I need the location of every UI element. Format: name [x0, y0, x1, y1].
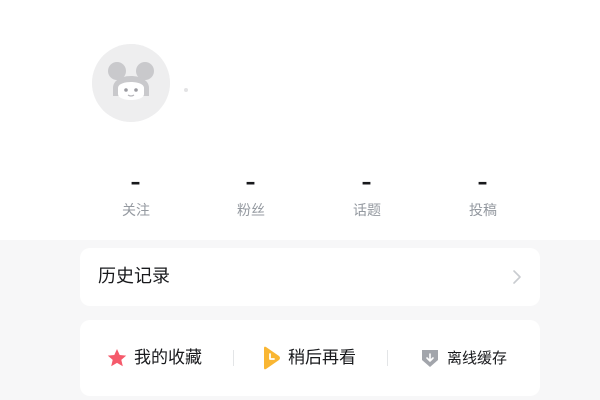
- stat-label: 粉丝: [237, 203, 265, 219]
- offline-cache-label: 离线缓存: [447, 349, 508, 367]
- divider: [233, 350, 234, 366]
- stat-value: –: [130, 170, 142, 194]
- shortcut-bar: 我的收藏 稍后再看 离线缓存: [80, 320, 540, 396]
- stat-label: 关注: [122, 203, 150, 219]
- stat-followers[interactable]: – 粉丝: [201, 172, 301, 220]
- default-girl-avatar-icon: [92, 44, 170, 122]
- stat-value: –: [477, 170, 489, 194]
- favorites-button[interactable]: 我的收藏: [106, 346, 202, 370]
- play-later-icon: [264, 346, 280, 370]
- offline-cache-button[interactable]: 离线缓存: [419, 346, 507, 370]
- avatar[interactable]: [92, 44, 170, 122]
- history-title: 历史记录: [98, 266, 170, 287]
- watch-later-label: 稍后再看: [288, 348, 356, 368]
- stat-value: –: [245, 170, 257, 194]
- stat-following[interactable]: – 关注: [86, 172, 186, 220]
- watch-later-button[interactable]: 稍后再看: [260, 346, 356, 370]
- history-entry[interactable]: 历史记录: [80, 248, 540, 306]
- divider: [387, 350, 388, 366]
- avatar-status-dot: [184, 88, 188, 92]
- stat-topics[interactable]: – 话题: [317, 172, 417, 220]
- chevron-right-icon: [513, 270, 521, 284]
- stat-value: –: [361, 170, 373, 194]
- download-icon: [422, 350, 438, 367]
- stat-label: 投稿: [469, 203, 497, 219]
- profile-header: – 关注 – 粉丝 – 话题 – 投稿: [0, 0, 600, 240]
- stat-posts[interactable]: – 投稿: [433, 172, 533, 220]
- favorites-label: 我的收藏: [134, 348, 202, 368]
- stat-label: 话题: [353, 203, 381, 219]
- star-icon: [107, 349, 127, 367]
